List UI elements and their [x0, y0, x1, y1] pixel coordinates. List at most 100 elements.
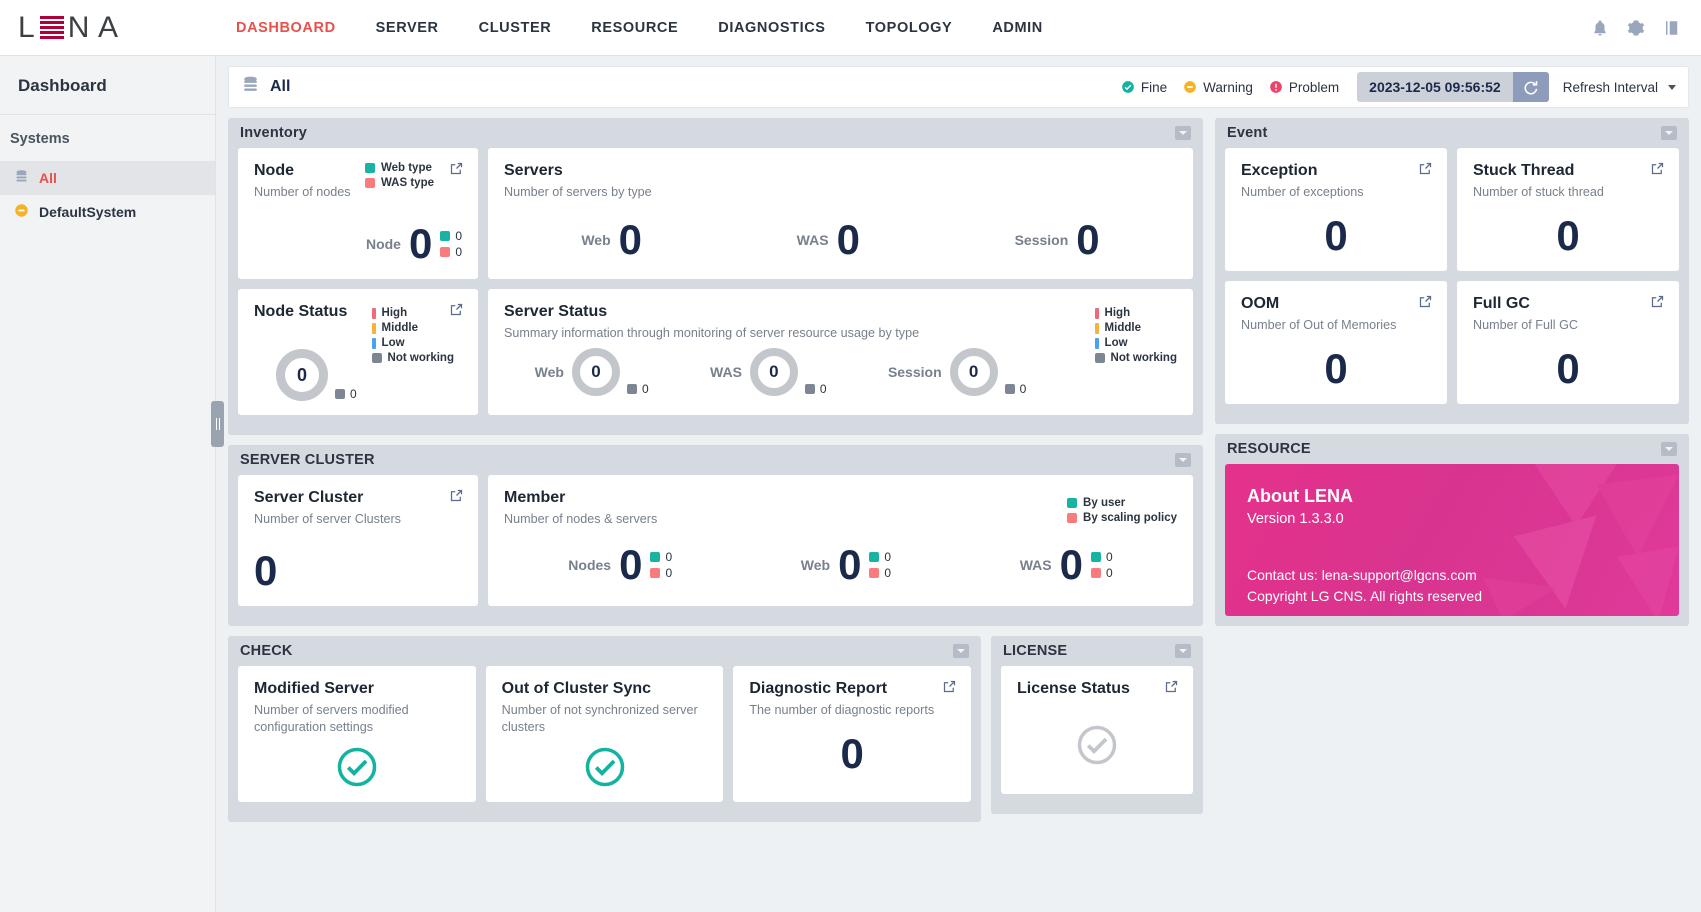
check-circle-icon: [1121, 80, 1135, 94]
card-exception: Exception Number of exceptions 0: [1225, 148, 1447, 271]
last-refresh-timestamp: 2023-12-05 09:56:52: [1357, 72, 1513, 102]
legend-by-scaling-policy: By scaling policy: [1067, 512, 1177, 524]
card-title: Diagnostic Report: [749, 680, 955, 698]
legend-label: Web type: [381, 162, 432, 174]
card-title: Full GC: [1473, 295, 1663, 313]
legend-warning-label: Warning: [1203, 80, 1253, 95]
refresh-interval-dropdown[interactable]: Refresh Interval: [1563, 80, 1676, 95]
main-nav-items: DASHBOARD SERVER CLUSTER RESOURCE DIAGNO…: [216, 20, 1063, 36]
app-logo[interactable]: L N A: [0, 11, 216, 45]
panel-collapse-toggle[interactable]: [1175, 126, 1191, 140]
exclamation-circle-icon: [1269, 80, 1283, 94]
metric-value: 0: [619, 544, 642, 586]
external-link-icon[interactable]: [1418, 161, 1433, 181]
external-link-icon[interactable]: [449, 161, 464, 181]
logo-letter-l: L: [18, 11, 36, 45]
bell-icon[interactable]: [1591, 19, 1609, 37]
sidebar-item-defaultsystem[interactable]: DefaultSystem: [0, 195, 215, 229]
nav-item-server[interactable]: SERVER: [356, 20, 459, 36]
panel-collapse-toggle[interactable]: [953, 644, 969, 658]
logout-icon[interactable]: [1663, 19, 1681, 37]
metric-web: Web 0: [581, 219, 642, 261]
metric-value: 0: [1324, 348, 1347, 390]
panel-title: Event: [1227, 125, 1268, 141]
event-row-1: Exception Number of exceptions 0 Stuck T…: [1215, 148, 1689, 281]
metric-value: 0: [837, 219, 860, 261]
sidebar-collapse-handle[interactable]: [211, 401, 224, 447]
chevron-down-icon: [1668, 85, 1676, 90]
card-server-status: Server Status Summary information throug…: [488, 289, 1193, 415]
external-link-icon[interactable]: [1650, 161, 1665, 181]
panel-collapse-toggle[interactable]: [1661, 126, 1677, 140]
check-circle-icon: [336, 746, 378, 788]
context-bar: All Fine Warnin: [228, 66, 1689, 108]
donut-chart: 0: [750, 348, 798, 396]
panel-collapse-toggle[interactable]: [1175, 453, 1191, 467]
refresh-icon: [1522, 79, 1539, 96]
external-link-icon[interactable]: [449, 302, 464, 322]
card-subtitle: Summary information through monitoring o…: [504, 325, 1177, 342]
external-link-icon[interactable]: [1164, 679, 1179, 699]
card-title: Out of Cluster Sync: [502, 680, 708, 698]
card-subtitle: Number of exceptions: [1241, 184, 1431, 201]
external-link-icon[interactable]: [1650, 294, 1665, 314]
card-legend: High Middle Low Not working: [1095, 307, 1177, 364]
database-icon: [14, 169, 29, 187]
external-link-icon[interactable]: [449, 488, 464, 508]
gear-icon[interactable]: [1627, 19, 1645, 37]
legend-was-type: WAS type: [365, 177, 434, 189]
metric-value: 0: [1060, 544, 1083, 586]
sidebar-item-all[interactable]: All: [0, 161, 215, 195]
card-subtitle: Number of server Clusters: [254, 511, 462, 528]
refresh-button[interactable]: [1513, 72, 1549, 102]
donut-side-value: 0: [627, 382, 649, 396]
panel-collapse-toggle[interactable]: [1175, 644, 1191, 658]
panel-resource: RESOURCE About LENA Version 1.3.3.0: [1215, 434, 1689, 626]
sidebar-item-label: DefaultSystem: [39, 204, 136, 220]
inventory-row-1: Node Number of nodes Web type WAS type: [228, 148, 1203, 289]
nav-item-admin[interactable]: ADMIN: [972, 20, 1063, 36]
metric-value: 0: [254, 550, 462, 592]
card-title: Exception: [1241, 162, 1431, 180]
panel-server-cluster: SERVER CLUSTER Server Cluster Number of …: [228, 445, 1203, 626]
nav-item-dashboard[interactable]: DASHBOARD: [216, 20, 356, 36]
legend-label: WAS type: [381, 177, 434, 189]
metric-value: 0: [619, 219, 642, 261]
card-diagnostic-report: Diagnostic Report The number of diagnost…: [733, 666, 971, 802]
card-full-gc: Full GC Number of Full GC 0: [1457, 281, 1679, 404]
panel-inventory-header: Inventory: [228, 118, 1203, 148]
card-title: Server Cluster: [254, 489, 462, 507]
card-node: Node Number of nodes Web type WAS type: [238, 148, 478, 279]
metric-label: Node: [366, 236, 401, 252]
metric-label: Session: [1015, 232, 1069, 248]
panel-collapse-toggle[interactable]: [1661, 442, 1677, 456]
card-metrics: Node 0 0 0: [254, 223, 462, 265]
legend-problem: Problem: [1269, 80, 1339, 95]
card-oom: OOM Number of Out of Memories 0: [1225, 281, 1447, 404]
context-bar-controls: Fine Warning: [1121, 72, 1676, 102]
nav-item-resource[interactable]: RESOURCE: [571, 20, 698, 36]
card-title: Stuck Thread: [1473, 162, 1663, 180]
legend-not-working: Not working: [372, 352, 454, 364]
metric-label: WAS: [710, 364, 742, 380]
nav-item-topology[interactable]: TOPOLOGY: [846, 20, 973, 36]
status-legend: Fine Warning: [1121, 80, 1339, 95]
card-modified-server: Modified Server Number of servers modifi…: [238, 666, 476, 802]
panel-inventory: Inventory Node Number of nodes Web type: [228, 118, 1203, 435]
panel-resource-header: RESOURCE: [1215, 434, 1689, 464]
nav-item-cluster[interactable]: CLUSTER: [459, 20, 572, 36]
legend-fine: Fine: [1121, 80, 1167, 95]
card-legend: High Middle Low Not working: [372, 307, 454, 364]
external-link-icon[interactable]: [1418, 294, 1433, 314]
metric-nodes: Nodes 0 0 0: [568, 544, 672, 586]
metric-label: Web: [535, 364, 564, 380]
metric-value: 0: [1076, 219, 1099, 261]
metric-label: WAS: [797, 232, 829, 248]
legend-problem-label: Problem: [1289, 80, 1339, 95]
metric-label: Web: [801, 557, 830, 573]
external-link-icon[interactable]: [942, 679, 957, 699]
database-icon: [241, 75, 260, 99]
nav-item-diagnostics[interactable]: DIAGNOSTICS: [698, 20, 845, 36]
event-row-2: OOM Number of Out of Memories 0 Full GC: [1215, 281, 1689, 414]
donut-chart: 0: [950, 348, 998, 396]
